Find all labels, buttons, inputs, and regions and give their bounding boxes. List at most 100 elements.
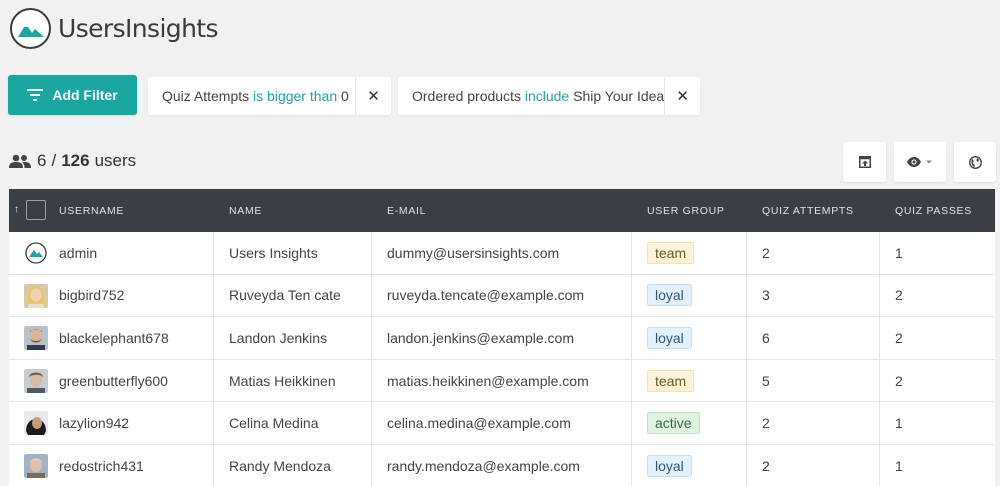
cell-user-group: active <box>647 402 700 444</box>
remove-filter-close-icon[interactable]: ✕ <box>664 77 700 115</box>
filter-field: Ordered products <box>412 88 521 104</box>
column-divider <box>746 232 747 274</box>
add-filter-label: Add Filter <box>52 87 118 103</box>
cell-email: dummy@usersinsights.com <box>387 244 560 261</box>
column-divider <box>746 359 747 402</box>
cell-quiz-passes: 1 <box>895 415 903 432</box>
filter-operator[interactable]: include <box>525 88 569 104</box>
column-header-username[interactable]: USERNAME <box>59 205 124 217</box>
user-group-badge: loyal <box>647 454 692 477</box>
column-header-user-group[interactable]: USER GROUP <box>647 205 725 217</box>
avatar <box>24 453 48 478</box>
cell-username[interactable]: blackelephant678 <box>59 317 169 359</box>
column-divider <box>371 402 372 444</box>
user-group-badge: team <box>647 241 695 264</box>
avatar <box>24 411 48 436</box>
cell-name: Randy Mendoza <box>229 457 331 474</box>
cell-email: randy.mendoza@example.com <box>387 457 580 474</box>
logo-text: UsersInsights <box>58 14 219 43</box>
user-group-badge: loyal <box>647 326 692 349</box>
cell-username[interactable]: redostrich431 <box>59 445 144 486</box>
users-group-icon <box>9 154 31 168</box>
cell-name: Ruveyda Ten cate <box>229 287 341 304</box>
cell-quiz-passes: 1 <box>895 244 903 261</box>
filter-chip-ordered-products[interactable]: Ordered products include Ship Your Idea … <box>398 77 700 115</box>
user-group-badge: loyal <box>647 284 692 307</box>
user-count: 6 / 126 users <box>9 151 136 171</box>
filter-operator[interactable]: is bigger than <box>253 88 337 104</box>
column-divider <box>371 232 372 274</box>
column-divider <box>371 274 372 317</box>
column-divider <box>371 444 372 486</box>
filter-value[interactable]: Ship Your Idea <box>573 88 664 104</box>
column-divider <box>746 444 747 486</box>
users-table: ↑ USERNAME NAME E-MAIL USER GROUP QUIZ A… <box>9 189 995 486</box>
user-group-badge: team <box>647 369 695 392</box>
column-header-quiz-passes[interactable]: QUIZ PASSES <box>895 205 972 217</box>
cell-user-group: team <box>647 360 695 402</box>
cell-user-group: loyal <box>647 317 692 359</box>
total-count: 126 <box>61 151 90 170</box>
export-icon <box>858 156 871 168</box>
globe-button[interactable] <box>954 142 996 182</box>
column-divider <box>631 317 632 359</box>
column-divider <box>631 402 632 444</box>
avatar <box>24 241 48 265</box>
column-divider <box>746 274 747 317</box>
cell-quiz-attempts: 6 <box>762 329 770 346</box>
column-header-quiz-attempts[interactable]: QUIZ ATTEMPTS <box>762 205 854 217</box>
select-all-checkbox[interactable] <box>26 200 46 220</box>
cell-name: Landon Jenkins <box>229 329 328 346</box>
filter-chip-quiz-attempts[interactable]: Quiz Attempts is bigger than 0 ✕ <box>148 77 391 115</box>
column-visibility-button[interactable] <box>894 142 946 182</box>
column-divider <box>631 232 632 274</box>
column-divider <box>879 359 880 402</box>
column-divider <box>879 274 880 317</box>
filter-value[interactable]: 0 <box>341 88 349 104</box>
cell-username[interactable]: bigbird752 <box>59 275 124 317</box>
table-row[interactable]: greenbutterfly600 Matias Heikkinen matias.… <box>9 359 995 403</box>
column-divider <box>879 402 880 444</box>
count-separator: / <box>51 151 57 170</box>
column-header-email[interactable]: E-MAIL <box>387 205 426 217</box>
column-divider <box>879 317 880 359</box>
cell-name: Matias Heikkinen <box>229 372 336 389</box>
cell-user-group: loyal <box>647 275 692 317</box>
column-divider <box>746 317 747 359</box>
cell-email: ruveyda.tencate@example.com <box>387 287 585 304</box>
globe-icon <box>968 155 982 169</box>
sort-arrow-icon[interactable]: ↑ <box>14 204 20 215</box>
avatar <box>24 326 48 351</box>
filter-lines-icon <box>27 89 44 101</box>
table-row[interactable]: redostrich431 Randy Mendoza randy.mendoza@… <box>9 444 995 486</box>
cell-username[interactable]: lazylion942 <box>59 402 129 444</box>
table-row[interactable]: lazylion942 Celina Medina celina.medina@ex… <box>9 402 995 445</box>
cell-quiz-attempts: 3 <box>762 287 770 304</box>
column-divider <box>631 444 632 486</box>
chevron-down-icon <box>926 160 932 164</box>
filter-chip-text: Quiz Attempts is bigger than 0 <box>148 88 349 104</box>
column-divider <box>631 359 632 402</box>
cell-username[interactable]: greenbutterfly600 <box>59 360 168 402</box>
cell-quiz-passes: 2 <box>895 287 903 304</box>
column-divider <box>213 317 214 359</box>
table-row[interactable]: bigbird752 Ruveyda Ten cate ruveyda.tencat… <box>9 274 995 318</box>
cell-quiz-passes: 1 <box>895 457 903 474</box>
app-logo[interactable]: UsersInsights <box>10 8 219 49</box>
table-header: ↑ USERNAME NAME E-MAIL USER GROUP QUIZ A… <box>9 189 995 232</box>
avatar <box>24 368 48 393</box>
cell-email: celina.medina@example.com <box>387 415 571 432</box>
remove-filter-close-icon[interactable]: ✕ <box>355 77 391 115</box>
table-row[interactable]: blackelephant678 Landon Jenkins landon.jen… <box>9 317 995 360</box>
table-row[interactable]: admin Users Insights dummy@usersinsights.c… <box>9 232 995 275</box>
column-divider <box>213 402 214 444</box>
cell-username[interactable]: admin <box>59 232 97 274</box>
add-filter-button[interactable]: Add Filter <box>8 75 137 115</box>
export-button[interactable] <box>843 142 886 182</box>
cell-name: Celina Medina <box>229 415 319 432</box>
logo-mountain-icon <box>10 8 51 49</box>
cell-user-group: loyal <box>647 445 692 486</box>
column-header-name[interactable]: NAME <box>229 205 262 217</box>
avatar <box>24 283 48 308</box>
shown-count: 6 <box>37 151 47 170</box>
